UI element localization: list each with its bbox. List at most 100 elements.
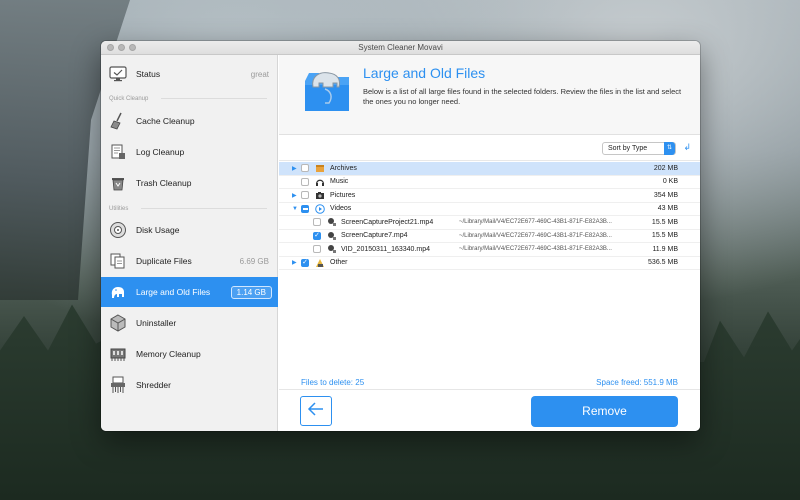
- sidebar-item-label: Disk Usage: [136, 225, 180, 235]
- file-path: ~/Library/Mail/V4/EC72E677-469C-43B1-871…: [459, 219, 612, 226]
- section-label-quick-cleanup: Quick Cleanup: [109, 96, 149, 102]
- sidebar-item-label: Uninstaller: [136, 318, 177, 328]
- arrow-left-icon: [307, 401, 325, 421]
- file-size: 354 MB: [653, 191, 678, 199]
- file-name: VID_20150311_163340.mp4: [341, 245, 431, 253]
- file-path: ~/Library/Mail/V4/EC72E677-469C-43B1-871…: [459, 246, 612, 253]
- trash-icon: [108, 173, 128, 193]
- list-item-pictures[interactable]: ▶ Pictures 354 MB: [279, 189, 700, 203]
- file-name: ScreenCapture7.mp4: [341, 232, 408, 240]
- file-list: ▶ Archives 202 MB Music 0 KB ▶ Pictures …: [279, 162, 700, 270]
- checkbox-checked[interactable]: ✓: [301, 258, 309, 267]
- file-size: 202 MB: [653, 164, 678, 172]
- window-title: System Cleaner Movavi: [358, 43, 443, 52]
- main-panel: Large and Old Files Below is a list of a…: [279, 55, 700, 431]
- log-icon: [108, 142, 128, 162]
- memory-icon: [108, 344, 128, 364]
- sort-select[interactable]: Sort by Type ⇅: [602, 142, 676, 155]
- title-bar: System Cleaner Movavi: [101, 41, 700, 55]
- file-size: 536.5 MB: [648, 259, 678, 267]
- divider: [141, 208, 267, 209]
- sort-select-label: Sort by Type: [608, 145, 648, 152]
- checkbox[interactable]: [301, 177, 309, 186]
- sidebar-item-label: Duplicate Files: [136, 256, 192, 266]
- sidebar-item-label: Cache Cleanup: [136, 116, 195, 126]
- video-file-icon: [327, 231, 337, 241]
- sidebar-item-large-and-old-files[interactable]: Large and Old Files 1.14 GB: [101, 277, 278, 307]
- collapse-arrow-icon[interactable]: ▼: [292, 206, 298, 212]
- status-value: great: [250, 69, 269, 79]
- duplicate-files-size: 6.69 GB: [239, 256, 269, 266]
- list-item-video-file[interactable]: ✓ ScreenCapture7.mp4 ~/Library/Mail/V4/E…: [279, 230, 700, 243]
- sidebar-item-disk-usage[interactable]: Disk Usage: [101, 215, 278, 245]
- archive-icon: [315, 163, 325, 173]
- list-item-archives[interactable]: ▶ Archives 202 MB: [279, 162, 700, 176]
- expand-arrow-icon[interactable]: ▶: [292, 165, 297, 172]
- list-item-music[interactable]: Music 0 KB: [279, 176, 700, 189]
- expand-arrow-icon[interactable]: ▶: [292, 192, 297, 199]
- sidebar-item-label: Shredder: [136, 380, 171, 390]
- updown-arrows-icon: ⇅: [664, 142, 675, 155]
- sidebar: Status great Quick Cleanup Cache Cleanup…: [101, 55, 278, 431]
- elephant-icon: [108, 282, 128, 302]
- divider: [161, 98, 267, 99]
- sidebar-item-cache-cleanup[interactable]: Cache Cleanup: [101, 106, 278, 136]
- file-name: ScreenCaptureProject21.mp4: [341, 218, 434, 226]
- file-name: Pictures: [330, 191, 356, 199]
- checkbox-checked[interactable]: ✓: [313, 231, 321, 240]
- file-path: ~/Library/Mail/V4/EC72E677-469C-43B1-871…: [459, 232, 612, 239]
- file-size: 15.5 MB: [651, 218, 678, 226]
- sidebar-item-label: Status: [136, 69, 161, 79]
- sidebar-item-status[interactable]: Status great: [101, 59, 278, 89]
- sidebar-item-label: Memory Cleanup: [136, 349, 201, 359]
- list-item-videos[interactable]: ▼ Videos 43 MB: [279, 203, 700, 216]
- sidebar-item-label: Log Cleanup: [136, 147, 185, 157]
- sidebar-item-label: Large and Old Files: [136, 287, 211, 297]
- video-file-icon: [327, 217, 337, 227]
- shredder-icon: [108, 375, 128, 395]
- sidebar-item-duplicate-files[interactable]: Duplicate Files 6.69 GB: [101, 246, 278, 276]
- checkbox[interactable]: [313, 245, 321, 254]
- monitor-icon: [108, 64, 128, 84]
- headphones-icon: [315, 177, 325, 187]
- sidebar-item-trash-cleanup[interactable]: Trash Cleanup: [101, 168, 278, 198]
- video-file-icon: [327, 244, 337, 254]
- expand-arrow-icon[interactable]: ▶: [292, 259, 297, 266]
- remove-button[interactable]: Remove: [531, 396, 678, 427]
- window-controls: [107, 44, 136, 51]
- sidebar-item-shredder[interactable]: Shredder: [101, 370, 278, 400]
- file-size: 15.5 MB: [651, 232, 678, 240]
- file-name: Other: [330, 259, 348, 267]
- page-title: Large and Old Files: [363, 65, 486, 81]
- checkbox[interactable]: [313, 218, 321, 227]
- minimize-window-button[interactable]: [118, 44, 125, 51]
- elephant-folder-icon: [301, 65, 351, 115]
- checkbox[interactable]: [301, 191, 309, 200]
- list-item-other[interactable]: ▶ ✓ Other 536.5 MB: [279, 257, 700, 270]
- sort-direction-icon[interactable]: ↲: [683, 142, 691, 153]
- checkbox-mixed[interactable]: [301, 204, 309, 213]
- broom-icon: [108, 111, 128, 131]
- disk-icon: [108, 220, 128, 240]
- sidebar-item-uninstaller[interactable]: Uninstaller: [101, 308, 278, 338]
- list-item-video-file[interactable]: VID_20150311_163340.mp4 ~/Library/Mail/V…: [279, 243, 700, 257]
- checkbox[interactable]: [301, 164, 309, 173]
- play-icon: [315, 203, 325, 214]
- divider: [279, 389, 700, 390]
- file-name: Videos: [330, 205, 352, 213]
- file-name: Music: [330, 178, 349, 186]
- large-files-size-badge: 1.14 GB: [230, 285, 272, 299]
- file-size: 43 MB: [657, 205, 678, 213]
- section-label-utilities: Utilities: [109, 206, 129, 212]
- sidebar-item-memory-cleanup[interactable]: Memory Cleanup: [101, 339, 278, 369]
- sidebar-item-log-cleanup[interactable]: Log Cleanup: [101, 137, 278, 167]
- sort-toolbar: Sort by Type ⇅ ↲: [279, 136, 700, 161]
- sidebar-item-label: Trash Cleanup: [136, 178, 192, 188]
- file-size: 0 KB: [662, 178, 678, 186]
- close-window-button[interactable]: [107, 44, 114, 51]
- back-button[interactable]: [300, 396, 332, 426]
- page-header: Large and Old Files Below is a list of a…: [279, 55, 700, 135]
- list-item-video-file[interactable]: ScreenCaptureProject21.mp4 ~/Library/Mai…: [279, 216, 700, 230]
- space-freed: Space freed: 551.9 MB: [596, 378, 678, 387]
- zoom-window-button[interactable]: [129, 44, 136, 51]
